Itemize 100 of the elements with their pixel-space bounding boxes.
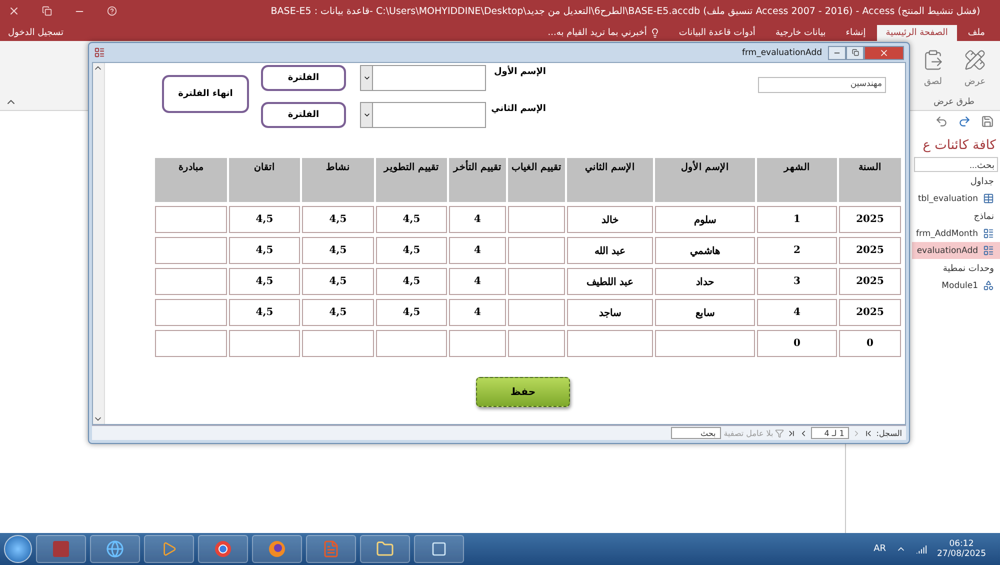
table-cell[interactable]: 2025 [839, 299, 901, 326]
clock-time: 06:12 [949, 539, 974, 549]
table-cell[interactable] [508, 268, 565, 295]
table-cell[interactable] [508, 299, 565, 326]
table-cell[interactable] [655, 330, 755, 357]
ribbon-tab[interactable]: ملف [958, 25, 994, 41]
tell-me-field[interactable]: أخبرني بما تريد القيام به... [540, 25, 668, 41]
close-icon[interactable] [8, 5, 20, 17]
filter-button[interactable]: الفلترة [261, 102, 346, 128]
table-cell[interactable]: 4,5 [229, 268, 300, 295]
filter-button[interactable]: الفلترة [261, 65, 346, 91]
table-cell[interactable]: 4,5 [302, 268, 374, 295]
table-cell[interactable]: 0 [757, 330, 837, 357]
table-cell[interactable]: 4,5 [376, 268, 447, 295]
nav-item[interactable]: Module1 [912, 277, 1000, 294]
table-cell[interactable]: 4,5 [302, 206, 374, 233]
table-cell[interactable]: 4 [449, 268, 506, 295]
table-cell[interactable]: 4 [449, 206, 506, 233]
table-cell[interactable]: 4,5 [376, 299, 447, 326]
table-cell[interactable] [508, 330, 565, 357]
table-cell[interactable]: 0 [839, 330, 901, 357]
table-cell[interactable] [508, 206, 565, 233]
table-cell[interactable]: 2025 [839, 206, 901, 233]
sign-in-link[interactable]: تسجيل الدخول [6, 25, 66, 41]
nav-item[interactable]: tbl_evaluation [912, 190, 1000, 207]
record-search-field[interactable]: بحث [670, 427, 721, 439]
ribbon-tab[interactable]: أدوات قاعدة البيانات [670, 25, 764, 41]
ribbon-tab[interactable]: إنشاء [836, 25, 875, 41]
browser-icon[interactable] [252, 535, 302, 563]
table-cell[interactable]: 4,5 [302, 299, 374, 326]
table-cell[interactable]: سلوم [655, 206, 755, 233]
globe-icon[interactable] [90, 535, 140, 563]
table-cell[interactable] [567, 330, 653, 357]
search-field[interactable]: بحث... [914, 157, 998, 172]
close-button[interactable] [864, 46, 904, 60]
table-cell[interactable]: 4 [449, 299, 506, 326]
table-cell[interactable] [155, 299, 227, 326]
table-cell[interactable]: حداد [655, 268, 755, 295]
table-cell[interactable]: 4,5 [376, 206, 447, 233]
nav-group-heading[interactable]: نماذج [912, 207, 1000, 225]
column-header: الإسم الأول [655, 158, 755, 202]
play-icon[interactable] [144, 535, 194, 563]
minimize-button[interactable] [828, 46, 846, 60]
nav-item[interactable]: evaluationAdd [912, 242, 1000, 259]
document-icon[interactable] [306, 535, 356, 563]
restore-button[interactable] [846, 46, 864, 60]
browser-icon[interactable] [198, 535, 248, 563]
table-cell[interactable]: 4,5 [376, 237, 447, 264]
table-cell[interactable]: 2025 [839, 237, 901, 264]
signal-icon[interactable] [916, 544, 927, 554]
table-cell[interactable]: خالد [567, 206, 653, 233]
nav-group-heading[interactable]: جداول [912, 172, 1000, 190]
save-icon[interactable] [981, 115, 994, 128]
restore-icon[interactable] [42, 6, 52, 16]
table-cell[interactable] [155, 330, 227, 357]
table-cell[interactable]: عبد الله [567, 237, 653, 264]
nav-item[interactable]: frm_AddMonth [912, 225, 1000, 242]
table-cell[interactable]: سابع [655, 299, 755, 326]
department-field[interactable]: مهندسين [758, 77, 886, 93]
save-button[interactable]: حفظ [476, 377, 570, 407]
combo-box[interactable] [360, 102, 486, 128]
table-cell[interactable]: 4,5 [229, 206, 300, 233]
combo-box[interactable] [360, 65, 486, 91]
table-cell[interactable] [155, 268, 227, 295]
table-cell[interactable] [449, 330, 506, 357]
help-icon[interactable] [107, 6, 117, 16]
table-cell[interactable] [155, 206, 227, 233]
undo-icon[interactable] [935, 115, 948, 128]
end-filter-button[interactable]: انهاء الفلترة [162, 75, 249, 113]
table-cell[interactable]: 2025 [839, 268, 901, 295]
table-cell[interactable]: 4,5 [229, 237, 300, 264]
table-cell[interactable]: هاشمي [655, 237, 755, 264]
start-button[interactable] [4, 535, 32, 563]
table-cell[interactable]: 4,5 [229, 299, 300, 326]
record-position-field[interactable]: 1 لـ 4 [811, 427, 850, 439]
window-icon[interactable] [414, 535, 464, 563]
ribbon-command[interactable]: عرض [956, 45, 994, 91]
ribbon-tab[interactable]: بيانات خارجية [766, 25, 835, 41]
vertical-scrollbar[interactable] [93, 63, 105, 424]
table-cell[interactable] [229, 330, 300, 357]
table-cell[interactable]: 1 [757, 206, 837, 233]
table-cell[interactable]: 4 [449, 237, 506, 264]
ribbon-tab[interactable]: الصفحة الرئيسية [876, 25, 957, 41]
table-cell[interactable] [302, 330, 374, 357]
redo-icon[interactable] [958, 115, 971, 128]
ribbon-command[interactable]: لصق [914, 45, 952, 91]
table-cell[interactable]: 4,5 [302, 237, 374, 264]
table-cell[interactable]: 3 [757, 268, 837, 295]
table-cell[interactable]: ساجد [567, 299, 653, 326]
table-cell[interactable]: 2 [757, 237, 837, 264]
table-cell[interactable]: 4 [757, 299, 837, 326]
nav-group-heading[interactable]: وحدات نمطية [912, 259, 1000, 277]
folder-icon[interactable] [360, 535, 410, 563]
first-record-icon[interactable] [864, 428, 874, 438]
language-indicator[interactable]: AR [874, 544, 886, 554]
last-record-icon[interactable] [787, 428, 796, 438]
table-cell[interactable] [155, 237, 227, 264]
table-cell[interactable] [376, 330, 447, 357]
table-cell[interactable]: عبد اللطيف [567, 268, 653, 295]
table-cell[interactable] [508, 237, 565, 264]
